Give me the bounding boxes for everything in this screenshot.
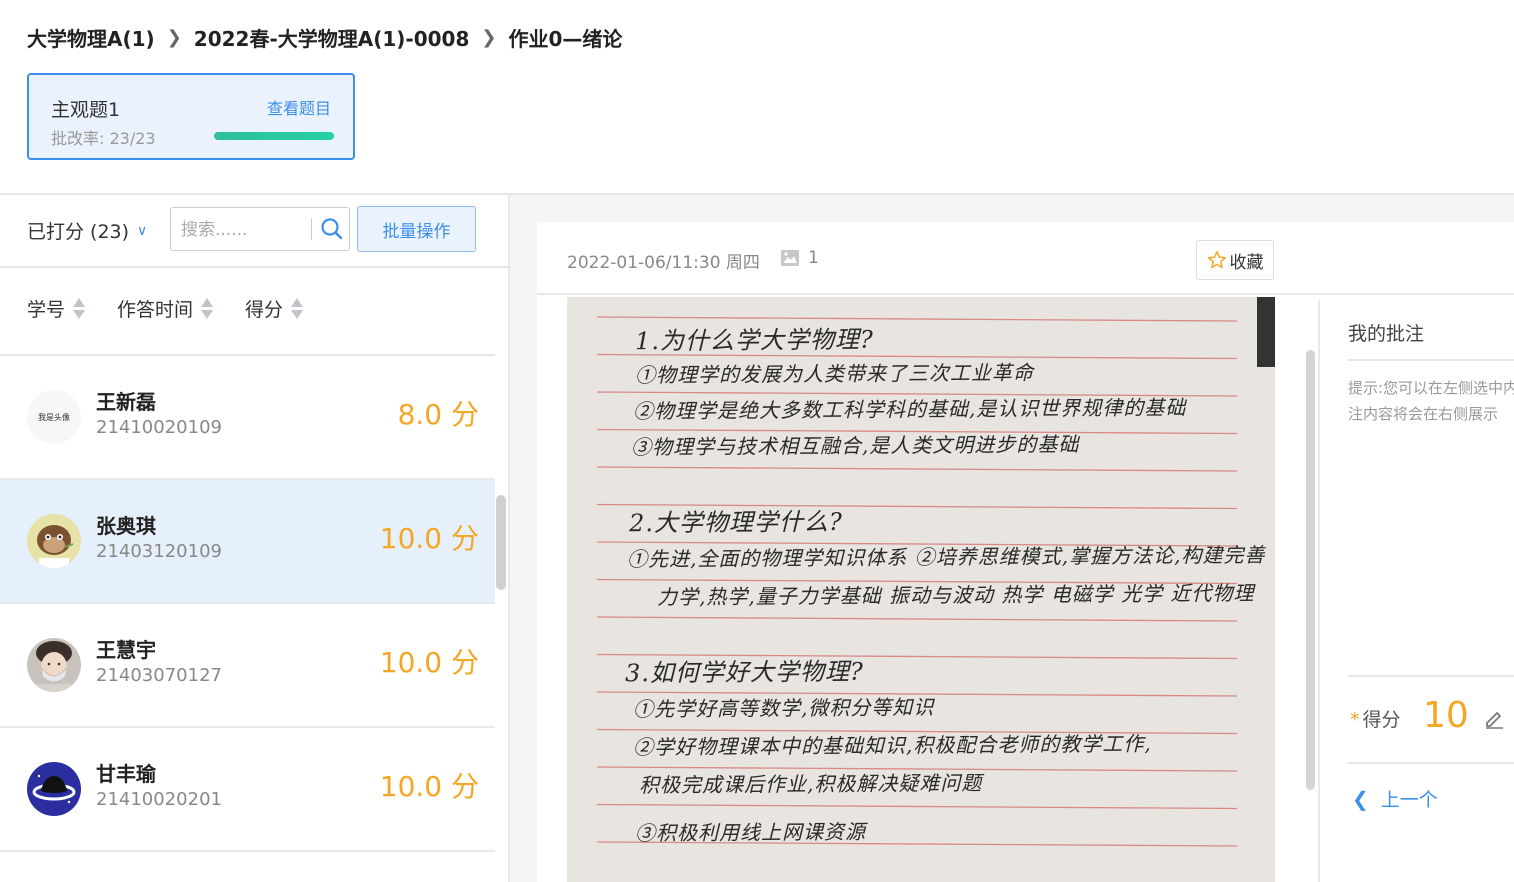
handwriting-line: ①物理学的发展为人类带来了三次工业革命 xyxy=(634,360,1035,388)
avatar xyxy=(27,514,81,568)
student-list: 我是头像 王新磊 21410020109 8.0 分 张奥琪 214031201… xyxy=(0,356,495,852)
grading-rate: 批改率: 23/23 xyxy=(51,129,156,148)
submission-datetime: 2022-01-06/11:30 周四 xyxy=(567,253,760,273)
comment-hint: 提示:您可以在左侧选中内容进行批注, 注内容将会在右侧展示 xyxy=(1348,375,1514,427)
image-count: 1 xyxy=(780,248,819,268)
score-label: * 得分 xyxy=(1350,705,1401,732)
hint-line: 提示:您可以在左侧选中内容进行批注, xyxy=(1348,379,1514,397)
student-name: 王新磊 xyxy=(96,390,156,414)
sort-icon xyxy=(201,298,214,319)
image-count-value: 1 xyxy=(808,248,819,268)
chevron-left-icon: ❮ xyxy=(1352,786,1369,811)
student-row[interactable]: 王慧宇 21403070127 10.0 分 xyxy=(0,604,495,728)
divider xyxy=(0,266,508,268)
student-score: 10.0 分 xyxy=(379,646,479,679)
person-avatar-icon xyxy=(27,638,81,692)
handwriting-line: 1.为什么学大学物理? xyxy=(634,325,874,356)
view-question-link[interactable]: 查看题目 xyxy=(267,95,331,119)
breadcrumb-course[interactable]: 大学物理A(1) xyxy=(27,23,155,52)
chevron-down-icon: ∨ xyxy=(137,222,148,239)
student-id: 21403120109 xyxy=(96,541,222,562)
student-row[interactable]: 张奥琪 21403120109 10.0 分 xyxy=(0,480,495,604)
student-score: 8.0 分 xyxy=(397,398,479,431)
search-icon[interactable] xyxy=(319,216,345,242)
breadcrumb-assignment: 作业0—绪论 xyxy=(508,26,623,51)
sort-icon xyxy=(73,298,86,319)
comment-divider xyxy=(1318,300,1320,882)
student-name: 王慧宇 xyxy=(96,638,156,662)
filter-dropdown[interactable]: 已打分 (23) ∨ xyxy=(27,217,147,244)
avatar xyxy=(27,638,81,692)
student-list-scrollbar[interactable] xyxy=(496,495,506,590)
handwriting-line: 积极完成课后作业,积极解决疑难问题 xyxy=(638,770,983,798)
chevron-right-icon: ❯ xyxy=(166,26,182,48)
student-id: 21410020201 xyxy=(96,789,222,810)
avatar: 我是头像 xyxy=(27,390,81,444)
student-row[interactable]: 甘丰瑜 21410020201 10.0 分 xyxy=(0,728,495,852)
student-score: 10.0 分 xyxy=(379,770,479,803)
search-input[interactable] xyxy=(179,216,313,244)
required-asterisk: * xyxy=(1350,709,1360,731)
handwriting-line: 2.大学物理学什么? xyxy=(628,507,843,538)
previous-button[interactable]: ❮ 上一个 xyxy=(1352,785,1438,812)
column-label: 学号 xyxy=(27,299,66,321)
avatar-placeholder-text: 我是头像 xyxy=(38,412,70,422)
grading-progress-bar xyxy=(214,132,334,140)
sort-student-id[interactable]: 学号 xyxy=(27,295,86,322)
sort-score[interactable]: 得分 xyxy=(245,295,304,322)
handwriting-line: 3.如何学好大学物理? xyxy=(624,657,864,688)
grading-progress-fill xyxy=(214,132,334,140)
breadcrumb: 大学物理A(1) ❯ 2022春-大学物理A(1)-0008 ❯ 作业0—绪论 xyxy=(27,22,622,52)
image-icon xyxy=(781,250,799,266)
handwriting-line: ①先进,全面的物理学知识体系 ②培养思维模式,掌握方法论,构建完善的知识框架 xyxy=(626,542,1268,572)
handwriting-line: ①先学好高等数学,微积分等知识 xyxy=(632,695,935,722)
my-comments-title: 我的批注 xyxy=(1348,323,1425,345)
batch-operation-button[interactable]: 批量操作 xyxy=(357,206,476,252)
score-label-text: 得分 xyxy=(1362,709,1401,731)
chevron-right-icon: ❯ xyxy=(481,26,497,48)
sort-header: 学号 作答时间 得分 xyxy=(27,295,335,322)
image-scrollbar[interactable] xyxy=(1306,350,1315,790)
score-value: 10 xyxy=(1423,695,1469,736)
previous-label: 上一个 xyxy=(1380,789,1438,811)
divider xyxy=(1348,359,1514,361)
sort-answer-time[interactable]: 作答时间 xyxy=(117,295,214,322)
edit-icon[interactable] xyxy=(1483,707,1505,729)
column-label: 得分 xyxy=(245,299,284,321)
student-id: 21403070127 xyxy=(96,665,222,686)
sort-icon xyxy=(291,298,304,319)
handwriting-line: ②物理学是绝大多数工科学科的基础,是认识世界规律的基础 xyxy=(632,395,1187,424)
search-box xyxy=(170,207,350,251)
handwriting-line: ②学好物理课本中的基础知识,积极配合老师的教学工作, xyxy=(632,731,1152,760)
divider xyxy=(1348,675,1514,677)
search-divider xyxy=(311,218,312,240)
handwriting-line: ③积极利用线上网课资源 xyxy=(634,819,867,846)
favorite-label: 收藏 xyxy=(1229,252,1264,273)
student-name: 张奥琪 xyxy=(96,514,156,538)
column-label: 作答时间 xyxy=(117,299,194,321)
avatar xyxy=(27,762,81,816)
handwriting-line: ③物理学与技术相互融合,是人类文明进步的基础 xyxy=(630,432,1080,460)
handwriting-line: 力学,热学,量子力学基础 振动与波动 热学 电磁学 光学 近代物理 xyxy=(656,580,1255,610)
planet-avatar-icon xyxy=(27,762,81,816)
favorite-button[interactable]: 收藏 xyxy=(1196,240,1274,280)
student-id: 21410020109 xyxy=(96,417,222,438)
filter-label: 已打分 (23) xyxy=(27,221,130,243)
divider xyxy=(1348,762,1514,764)
hint-line: 注内容将会在右侧展示 xyxy=(1348,405,1499,423)
star-icon xyxy=(1207,250,1226,269)
breadcrumb-class[interactable]: 2022春-大学物理A(1)-0008 xyxy=(194,23,470,52)
answer-image[interactable]: 1.为什么学大学物理? ①物理学的发展为人类带来了三次工业革命 ②物理学是绝大多数工… xyxy=(567,297,1275,882)
student-row[interactable]: 我是头像 王新磊 21410020109 8.0 分 xyxy=(0,356,495,480)
monkey-avatar-icon xyxy=(27,514,81,568)
question-title: 主观题1 xyxy=(51,99,121,121)
question-card[interactable]: 主观题1 查看题目 批改率: 23/23 xyxy=(27,73,355,160)
student-name: 甘丰瑜 xyxy=(96,762,156,786)
student-score: 10.0 分 xyxy=(379,522,479,555)
